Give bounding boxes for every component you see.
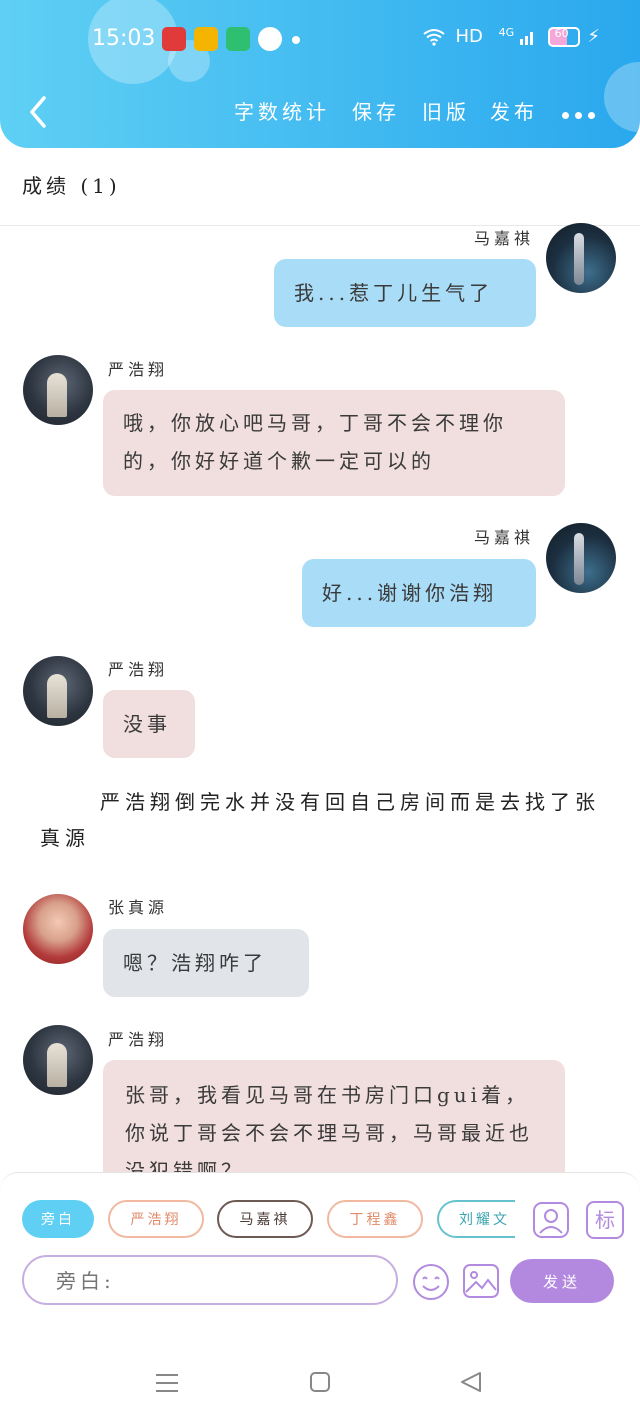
chat-text: 我...惹丁儿生气了: [294, 281, 494, 305]
system-navigation-bar: [0, 1308, 640, 1422]
chat-bubble[interactable]: 好...谢谢你浩翔: [302, 559, 536, 627]
save-button[interactable]: 保存: [352, 96, 400, 125]
more-menu-icon[interactable]: [562, 104, 601, 123]
role-chip[interactable]: 丁程鑫: [327, 1200, 423, 1238]
role-chip[interactable]: 马嘉祺: [217, 1200, 313, 1238]
send-button[interactable]: 发送: [510, 1259, 614, 1303]
battery-icon: 60: [547, 27, 580, 47]
message-input[interactable]: [54, 1257, 378, 1305]
charging-icon: ⚡: [587, 26, 600, 47]
network-label: HD: [455, 26, 483, 47]
speaker-name: 马嘉祺: [474, 229, 535, 248]
chat-bubble[interactable]: 哦，你放心吧马哥，丁哥不会不理你的，你好好道个歉一定可以的: [103, 390, 565, 496]
chat-bubble[interactable]: 嗯？浩翔咋了: [103, 929, 309, 997]
role-chip[interactable]: 严浩翔: [108, 1200, 204, 1238]
back-nav-icon[interactable]: [459, 1370, 483, 1394]
avatar[interactable]: [546, 223, 616, 293]
chat-bubble[interactable]: 张哥，我看见马哥在书房门口gui着，你说丁哥会不会不理马哥，马哥最近也没犯错啊？: [103, 1060, 565, 1172]
avatar[interactable]: [23, 656, 93, 726]
more-notifications-dot: [292, 36, 300, 44]
role-chip[interactable]: 刘耀文: [437, 1200, 515, 1238]
avatar[interactable]: [23, 355, 93, 425]
speaker-name: 严浩翔: [108, 1030, 169, 1049]
old-version-button[interactable]: 旧版: [422, 96, 470, 125]
tag-button[interactable]: 标: [586, 1201, 624, 1239]
avatar[interactable]: [546, 523, 616, 593]
weibo-icon: [194, 27, 218, 51]
speaker-name: 严浩翔: [108, 360, 169, 379]
add-role-icon[interactable]: [532, 1201, 570, 1239]
chat-bubble[interactable]: 我...惹丁儿生气了: [274, 259, 536, 327]
avatar[interactable]: [23, 1025, 93, 1095]
speaker-name: 马嘉祺: [474, 528, 535, 547]
word-count-button[interactable]: 字数统计: [234, 96, 330, 125]
status-bar: 15:03 HD 4G 60 ⚡: [0, 18, 640, 62]
chat-bubble[interactable]: 没事: [103, 690, 195, 758]
role-chip-narrator[interactable]: 旁白: [22, 1200, 94, 1238]
signal-icon: [519, 32, 533, 45]
signal-label: 4G: [498, 26, 515, 39]
image-icon[interactable]: [462, 1262, 500, 1300]
publish-button[interactable]: 发布: [490, 96, 538, 125]
status-time: 15:03: [92, 26, 156, 51]
app-header: 15:03 HD 4G 60 ⚡ 字数统计 保存 旧版 发布: [0, 0, 640, 148]
narration-content: 严浩翔倒完水并没有回自己房间而是去找了张真源: [40, 790, 600, 850]
status-right: HD 4G 60 ⚡: [422, 26, 600, 47]
chat-text: 嗯？浩翔咋了: [123, 951, 267, 975]
wifi-icon: [423, 29, 445, 46]
avatar[interactable]: [23, 894, 93, 964]
menu-icon[interactable]: [155, 1372, 179, 1394]
chapter-title[interactable]: 成绩 (1): [22, 170, 121, 199]
speaker-name: 严浩翔: [108, 660, 169, 679]
chat-text: 好...谢谢你浩翔: [322, 581, 498, 605]
app-notification-icon: [162, 27, 186, 51]
divider: [0, 225, 640, 226]
chat-text: 没事: [123, 712, 171, 736]
home-icon[interactable]: [309, 1371, 331, 1393]
battery-level: 60: [554, 27, 569, 40]
bird-app-icon: [258, 27, 282, 51]
narration-text[interactable]: 严浩翔倒完水并没有回自己房间而是去找了张真源: [40, 784, 600, 856]
chat-text: 哦，你放心吧马哥，丁哥不会不理你的，你好好道个歉一定可以的: [123, 411, 507, 473]
header-toolbar: 字数统计 保存 旧版 发布: [0, 96, 640, 132]
chat-text: 张哥，我看见马哥在书房门口gui着，你说丁哥会不会不理马哥，马哥最近也没犯错啊？: [125, 1083, 533, 1172]
emoji-icon[interactable]: [411, 1262, 451, 1302]
speaker-name: 张真源: [108, 898, 169, 917]
message-input-wrap[interactable]: [22, 1255, 398, 1305]
video-app-icon: [226, 27, 250, 51]
